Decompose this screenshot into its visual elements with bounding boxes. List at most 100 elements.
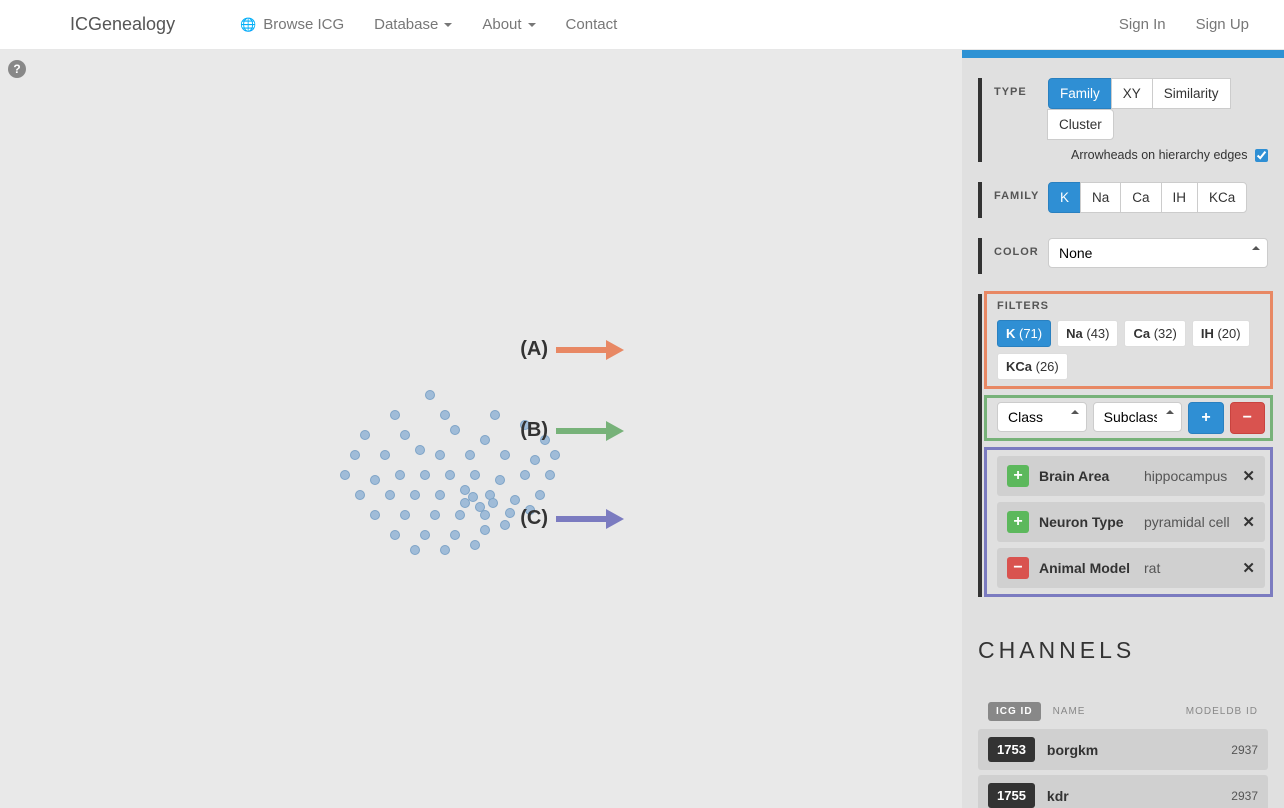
filter-chip-ca[interactable]: Ca (32) xyxy=(1124,320,1185,347)
filters-control: FILTERS K (71)Na (43)Ca (32) IH (20) KCa (… xyxy=(978,294,1268,597)
graph-node[interactable] xyxy=(450,425,460,435)
remove-filter-button[interactable]: − xyxy=(1230,402,1265,434)
graph-node[interactable] xyxy=(420,470,430,480)
nav-contact[interactable]: Contact xyxy=(551,1,633,48)
family-btn-k[interactable]: K xyxy=(1048,182,1081,213)
graph-canvas[interactable]: ? (A) (B) (C) xyxy=(0,50,962,808)
graph-node[interactable] xyxy=(530,455,540,465)
nav-signin[interactable]: Sign In xyxy=(1104,1,1181,48)
filter-sign-icon: − xyxy=(1007,557,1029,579)
channel-row[interactable]: 1755kdr2937 xyxy=(978,775,1268,808)
family-btn-kca[interactable]: KCa xyxy=(1197,182,1247,213)
annotation-a: (A) xyxy=(520,338,624,361)
nav-signup[interactable]: Sign Up xyxy=(1181,1,1264,48)
class-select[interactable]: Class xyxy=(997,402,1087,432)
filter-value: hippocampus xyxy=(1144,468,1232,484)
graph-node[interactable] xyxy=(495,475,505,485)
family-btn-ca[interactable]: Ca xyxy=(1120,182,1161,213)
type-btn-cluster[interactable]: Cluster xyxy=(1047,109,1114,140)
graph-node[interactable] xyxy=(505,508,515,518)
help-icon[interactable]: ? xyxy=(8,60,26,78)
nav-browse[interactable]: Browse ICG xyxy=(225,1,359,48)
graph-node[interactable] xyxy=(545,470,555,480)
graph-node[interactable] xyxy=(475,502,485,512)
graph-node[interactable] xyxy=(480,525,490,535)
caret-icon xyxy=(528,23,536,27)
family-btn-ih[interactable]: IH xyxy=(1161,182,1199,213)
graph-node[interactable] xyxy=(390,530,400,540)
color-select[interactable]: None xyxy=(1048,238,1268,268)
graph-node[interactable] xyxy=(465,450,475,460)
graph-node[interactable] xyxy=(450,530,460,540)
graph-node[interactable] xyxy=(490,410,500,420)
graph-node[interactable] xyxy=(360,430,370,440)
type-btn-xy[interactable]: XY xyxy=(1111,78,1153,109)
graph-node[interactable] xyxy=(390,410,400,420)
graph-node[interactable] xyxy=(435,450,445,460)
subclass-select[interactable]: Subclass xyxy=(1093,402,1183,432)
channels-section: CHANNELS ICG ID NAME MODELDB ID 1753borg… xyxy=(962,607,1284,808)
filter-chip-k[interactable]: K (71) xyxy=(997,320,1051,347)
filter-chip-kca[interactable]: KCa (26) xyxy=(997,353,1068,380)
graph-node[interactable] xyxy=(468,492,478,502)
graph-node[interactable] xyxy=(380,450,390,460)
filter-builder: Class Subclass + − xyxy=(997,402,1265,434)
graph-node[interactable] xyxy=(520,470,530,480)
filter-chip-na[interactable]: Na (43) xyxy=(1057,320,1118,347)
graph-node[interactable] xyxy=(510,495,520,505)
type-btn-similarity[interactable]: Similarity xyxy=(1152,78,1231,109)
channel-modeldb-id: 2937 xyxy=(1231,743,1258,757)
family-control: FAMILY KNaCaIHKCa xyxy=(978,182,1268,218)
filters-label: FILTERS xyxy=(997,300,1265,312)
filter-class: Neuron Type xyxy=(1039,514,1134,530)
filter-chip-ih[interactable]: IH (20) xyxy=(1192,320,1250,347)
graph-node[interactable] xyxy=(440,545,450,555)
graph-node[interactable] xyxy=(400,430,410,440)
graph-node[interactable] xyxy=(470,470,480,480)
graph-node[interactable] xyxy=(425,390,435,400)
family-btn-na[interactable]: Na xyxy=(1080,182,1121,213)
navbar-brand[interactable]: ICGenealogy xyxy=(20,14,225,35)
add-filter-button[interactable]: + xyxy=(1188,402,1223,434)
graph-node[interactable] xyxy=(385,490,395,500)
graph-node[interactable] xyxy=(500,520,510,530)
graph-node[interactable] xyxy=(400,510,410,520)
nav-about[interactable]: About xyxy=(467,1,550,48)
graph-node[interactable] xyxy=(500,450,510,460)
arrowheads-checkbox[interactable] xyxy=(1255,149,1268,162)
graph-node[interactable] xyxy=(430,510,440,520)
graph-node[interactable] xyxy=(550,450,560,460)
graph-node[interactable] xyxy=(445,470,455,480)
remove-filter-icon[interactable]: ✕ xyxy=(1242,513,1255,531)
graph-node[interactable] xyxy=(410,545,420,555)
graph-node[interactable] xyxy=(488,498,498,508)
header-modeldb-id: MODELDB ID xyxy=(1186,706,1258,717)
graph-node[interactable] xyxy=(470,540,480,550)
filter-sign-icon: + xyxy=(1007,511,1029,533)
graph-node[interactable] xyxy=(420,530,430,540)
graph-node[interactable] xyxy=(370,475,380,485)
graph-node[interactable] xyxy=(395,470,405,480)
graph-node[interactable] xyxy=(435,490,445,500)
graph-node[interactable] xyxy=(535,490,545,500)
applied-filter: −Animal Modelrat✕ xyxy=(997,548,1265,588)
remove-filter-icon[interactable]: ✕ xyxy=(1242,559,1255,577)
type-btn-family[interactable]: Family xyxy=(1048,78,1112,109)
channel-row[interactable]: 1753borgkm2937 xyxy=(978,729,1268,770)
graph-node[interactable] xyxy=(350,450,360,460)
graph-node[interactable] xyxy=(415,445,425,455)
graph-node[interactable] xyxy=(410,490,420,500)
graph-node[interactable] xyxy=(480,435,490,445)
channel-name: kdr xyxy=(1047,788,1219,804)
graph-node[interactable] xyxy=(340,470,350,480)
header-icg-id[interactable]: ICG ID xyxy=(988,702,1041,721)
graph-node[interactable] xyxy=(355,490,365,500)
nav-database[interactable]: Database xyxy=(359,1,467,48)
channels-title: CHANNELS xyxy=(978,637,1268,664)
header-name: NAME xyxy=(1053,706,1174,717)
remove-filter-icon[interactable]: ✕ xyxy=(1242,467,1255,485)
applied-filter: +Neuron Typepyramidal cell✕ xyxy=(997,502,1265,542)
graph-node[interactable] xyxy=(440,410,450,420)
graph-node[interactable] xyxy=(370,510,380,520)
graph-node[interactable] xyxy=(455,510,465,520)
